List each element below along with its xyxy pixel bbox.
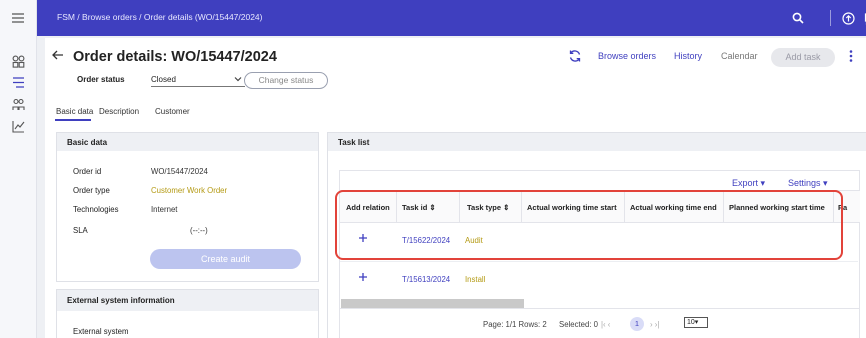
divider — [340, 308, 860, 309]
technologies-label: Technologies — [73, 205, 119, 214]
analytics-icon[interactable] — [9, 117, 27, 135]
order-status-select[interactable]: Closed — [151, 73, 245, 87]
export-button[interactable]: Export ▾ — [732, 178, 765, 189]
horizontal-scrollbar[interactable] — [341, 299, 524, 308]
add-task-button[interactable]: Add task — [771, 48, 835, 67]
chat-icon[interactable] — [860, 8, 866, 28]
pager-next-last[interactable]: › ›| — [650, 320, 659, 329]
external-system-title: External system information — [67, 296, 175, 305]
order-id-value: WO/15447/2024 — [151, 167, 208, 176]
tab-description[interactable]: Description — [99, 107, 139, 116]
task-list-title: Task list — [338, 138, 370, 147]
page-size-select[interactable]: 10▾ — [684, 317, 708, 328]
back-arrow-icon[interactable] — [51, 48, 69, 66]
basic-data-header: Basic data — [57, 133, 318, 151]
settings-button[interactable]: Settings ▾ — [788, 178, 828, 189]
search-icon[interactable] — [788, 8, 808, 28]
order-type-value: Customer Work Order — [151, 186, 228, 195]
tab-basic-data[interactable]: Basic data — [56, 107, 93, 116]
pager-current-page[interactable]: 1 — [630, 317, 644, 331]
history-button[interactable]: History — [674, 51, 702, 61]
task-type-value: Install — [465, 275, 486, 284]
pager-first-prev[interactable]: |‹ ‹ — [601, 320, 610, 329]
sla-label: SLA — [73, 226, 88, 235]
tab-customer[interactable]: Customer — [155, 107, 190, 116]
upload-icon[interactable] — [838, 8, 858, 28]
order-id-label: Order id — [73, 167, 102, 176]
pager-selected: Selected: 0 — [559, 320, 599, 329]
order-status-value: Closed — [151, 75, 176, 84]
team-icon[interactable] — [9, 95, 27, 113]
divider — [830, 10, 831, 26]
dashboard-icon[interactable] — [9, 52, 27, 70]
basic-data-title: Basic data — [67, 138, 108, 147]
task-id-link[interactable]: T/15613/2024 — [402, 275, 450, 284]
change-status-button[interactable]: Change status — [244, 72, 328, 89]
calendar-button[interactable]: Calendar — [721, 51, 758, 61]
breadcrumb[interactable]: FSM / Browse orders / Order details (WO/… — [57, 12, 263, 22]
active-tab-indicator — [55, 119, 91, 121]
sla-value: (--:--) — [190, 226, 208, 235]
external-system-label: External system — [73, 327, 129, 336]
refresh-icon[interactable] — [568, 49, 582, 63]
row-divider — [340, 261, 858, 262]
order-type-label: Order type — [73, 186, 110, 195]
chevron-down-icon — [234, 77, 242, 82]
pager-info: Page: 1/1 Rows: 2 — [483, 320, 547, 329]
technologies-value: Internet — [151, 205, 178, 214]
menu-icon[interactable] — [9, 9, 27, 27]
more-options-icon[interactable] — [849, 49, 859, 63]
create-audit-button[interactable]: Create audit — [150, 249, 301, 269]
external-system-header: External system information — [57, 290, 318, 311]
highlight-annotation — [335, 190, 843, 260]
task-list-header: Task list — [328, 133, 866, 151]
add-relation-plus-icon[interactable] — [358, 272, 368, 282]
orders-icon[interactable] — [9, 73, 27, 91]
order-status-label: Order status — [77, 75, 125, 84]
external-system-panel: External system information External sys… — [56, 289, 319, 338]
top-bar: FSM / Browse orders / Order details (WO/… — [37, 0, 866, 36]
browse-orders-button[interactable]: Browse orders — [598, 51, 656, 61]
left-nav-rail — [0, 0, 37, 338]
page-title: Order details: WO/15447/2024 — [73, 49, 277, 65]
